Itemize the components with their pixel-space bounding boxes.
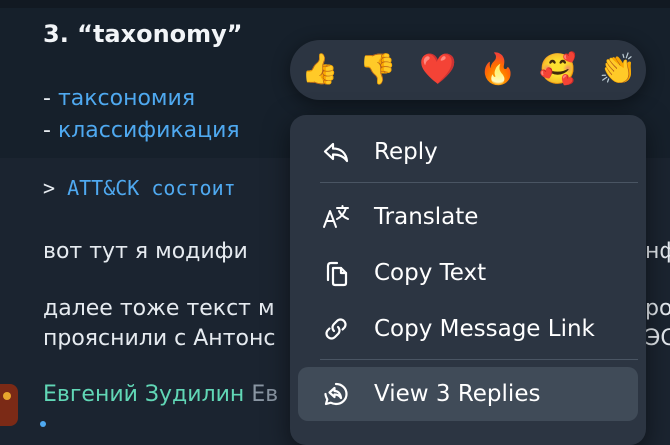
replies-icon	[322, 380, 350, 408]
view-replies-label: View 3 Replies	[374, 381, 541, 407]
message-line-fragment: ро	[645, 296, 670, 321]
inline-code: ATT&CK состоит	[67, 176, 236, 200]
message-line-fragment: ЭС	[645, 326, 670, 351]
thumbs-up-reaction[interactable]: 👍	[298, 50, 342, 90]
unread-dot	[40, 421, 46, 427]
fire-reaction[interactable]: 🔥	[476, 50, 520, 90]
heart-reaction[interactable]: ❤️	[416, 50, 460, 90]
list-item-prefix: -	[43, 118, 58, 143]
list-item: - классификация	[43, 118, 240, 143]
copy-text-menu-item[interactable]: Copy Text	[298, 246, 638, 300]
list-item-prefix: -	[43, 86, 58, 111]
translate-menu-item[interactable]: Translate	[298, 190, 638, 244]
copy-message-link-label: Copy Message Link	[374, 316, 595, 342]
message-line-fragment: нф	[645, 239, 670, 264]
quote-line: > ATT&CK состоит	[43, 176, 236, 200]
message-line: далее тоже текст м	[43, 296, 275, 321]
author-line: Евгений Зудилин Ев	[43, 382, 278, 407]
menu-divider	[320, 182, 638, 183]
view-replies-menu-item[interactable]: View 3 Replies	[298, 367, 638, 421]
translate-label: Translate	[374, 204, 479, 230]
list-item-link[interactable]: таксономия	[58, 86, 195, 111]
copy-message-link-menu-item[interactable]: Copy Message Link	[298, 302, 638, 356]
clapping-hands-reaction[interactable]: 👏	[596, 50, 640, 90]
quote-prefix: >	[43, 176, 68, 200]
reply-label: Reply	[374, 139, 438, 165]
link-icon	[322, 315, 350, 343]
avatar-decoration	[3, 392, 11, 400]
message-line: прояснили с Антонс	[43, 326, 276, 351]
thumbs-down-reaction[interactable]: 👎	[356, 50, 400, 90]
message-line: вот тут я модифи	[43, 239, 248, 264]
copy-icon	[322, 259, 350, 287]
avatar[interactable]	[0, 384, 18, 426]
list-item: - таксономия	[43, 86, 195, 111]
top-strip	[0, 0, 670, 8]
author-extra: Ев	[251, 382, 279, 407]
copy-text-label: Copy Text	[374, 260, 487, 286]
author-name[interactable]: Евгений Зудилин	[43, 382, 244, 407]
smiling-face-with-hearts-reaction[interactable]: 🥰	[536, 50, 580, 90]
menu-divider	[320, 359, 638, 360]
reaction-bar: 👍 👎 ❤️ 🔥 🥰 👏	[290, 40, 646, 100]
list-item-link[interactable]: классификация	[58, 118, 240, 143]
message-heading: 3. “taxonomy”	[43, 20, 243, 48]
reply-icon	[322, 138, 350, 166]
reply-menu-item[interactable]: Reply	[298, 125, 638, 179]
context-menu: Reply Translate Copy Text Copy Message L…	[290, 115, 646, 445]
translate-icon	[322, 203, 350, 231]
